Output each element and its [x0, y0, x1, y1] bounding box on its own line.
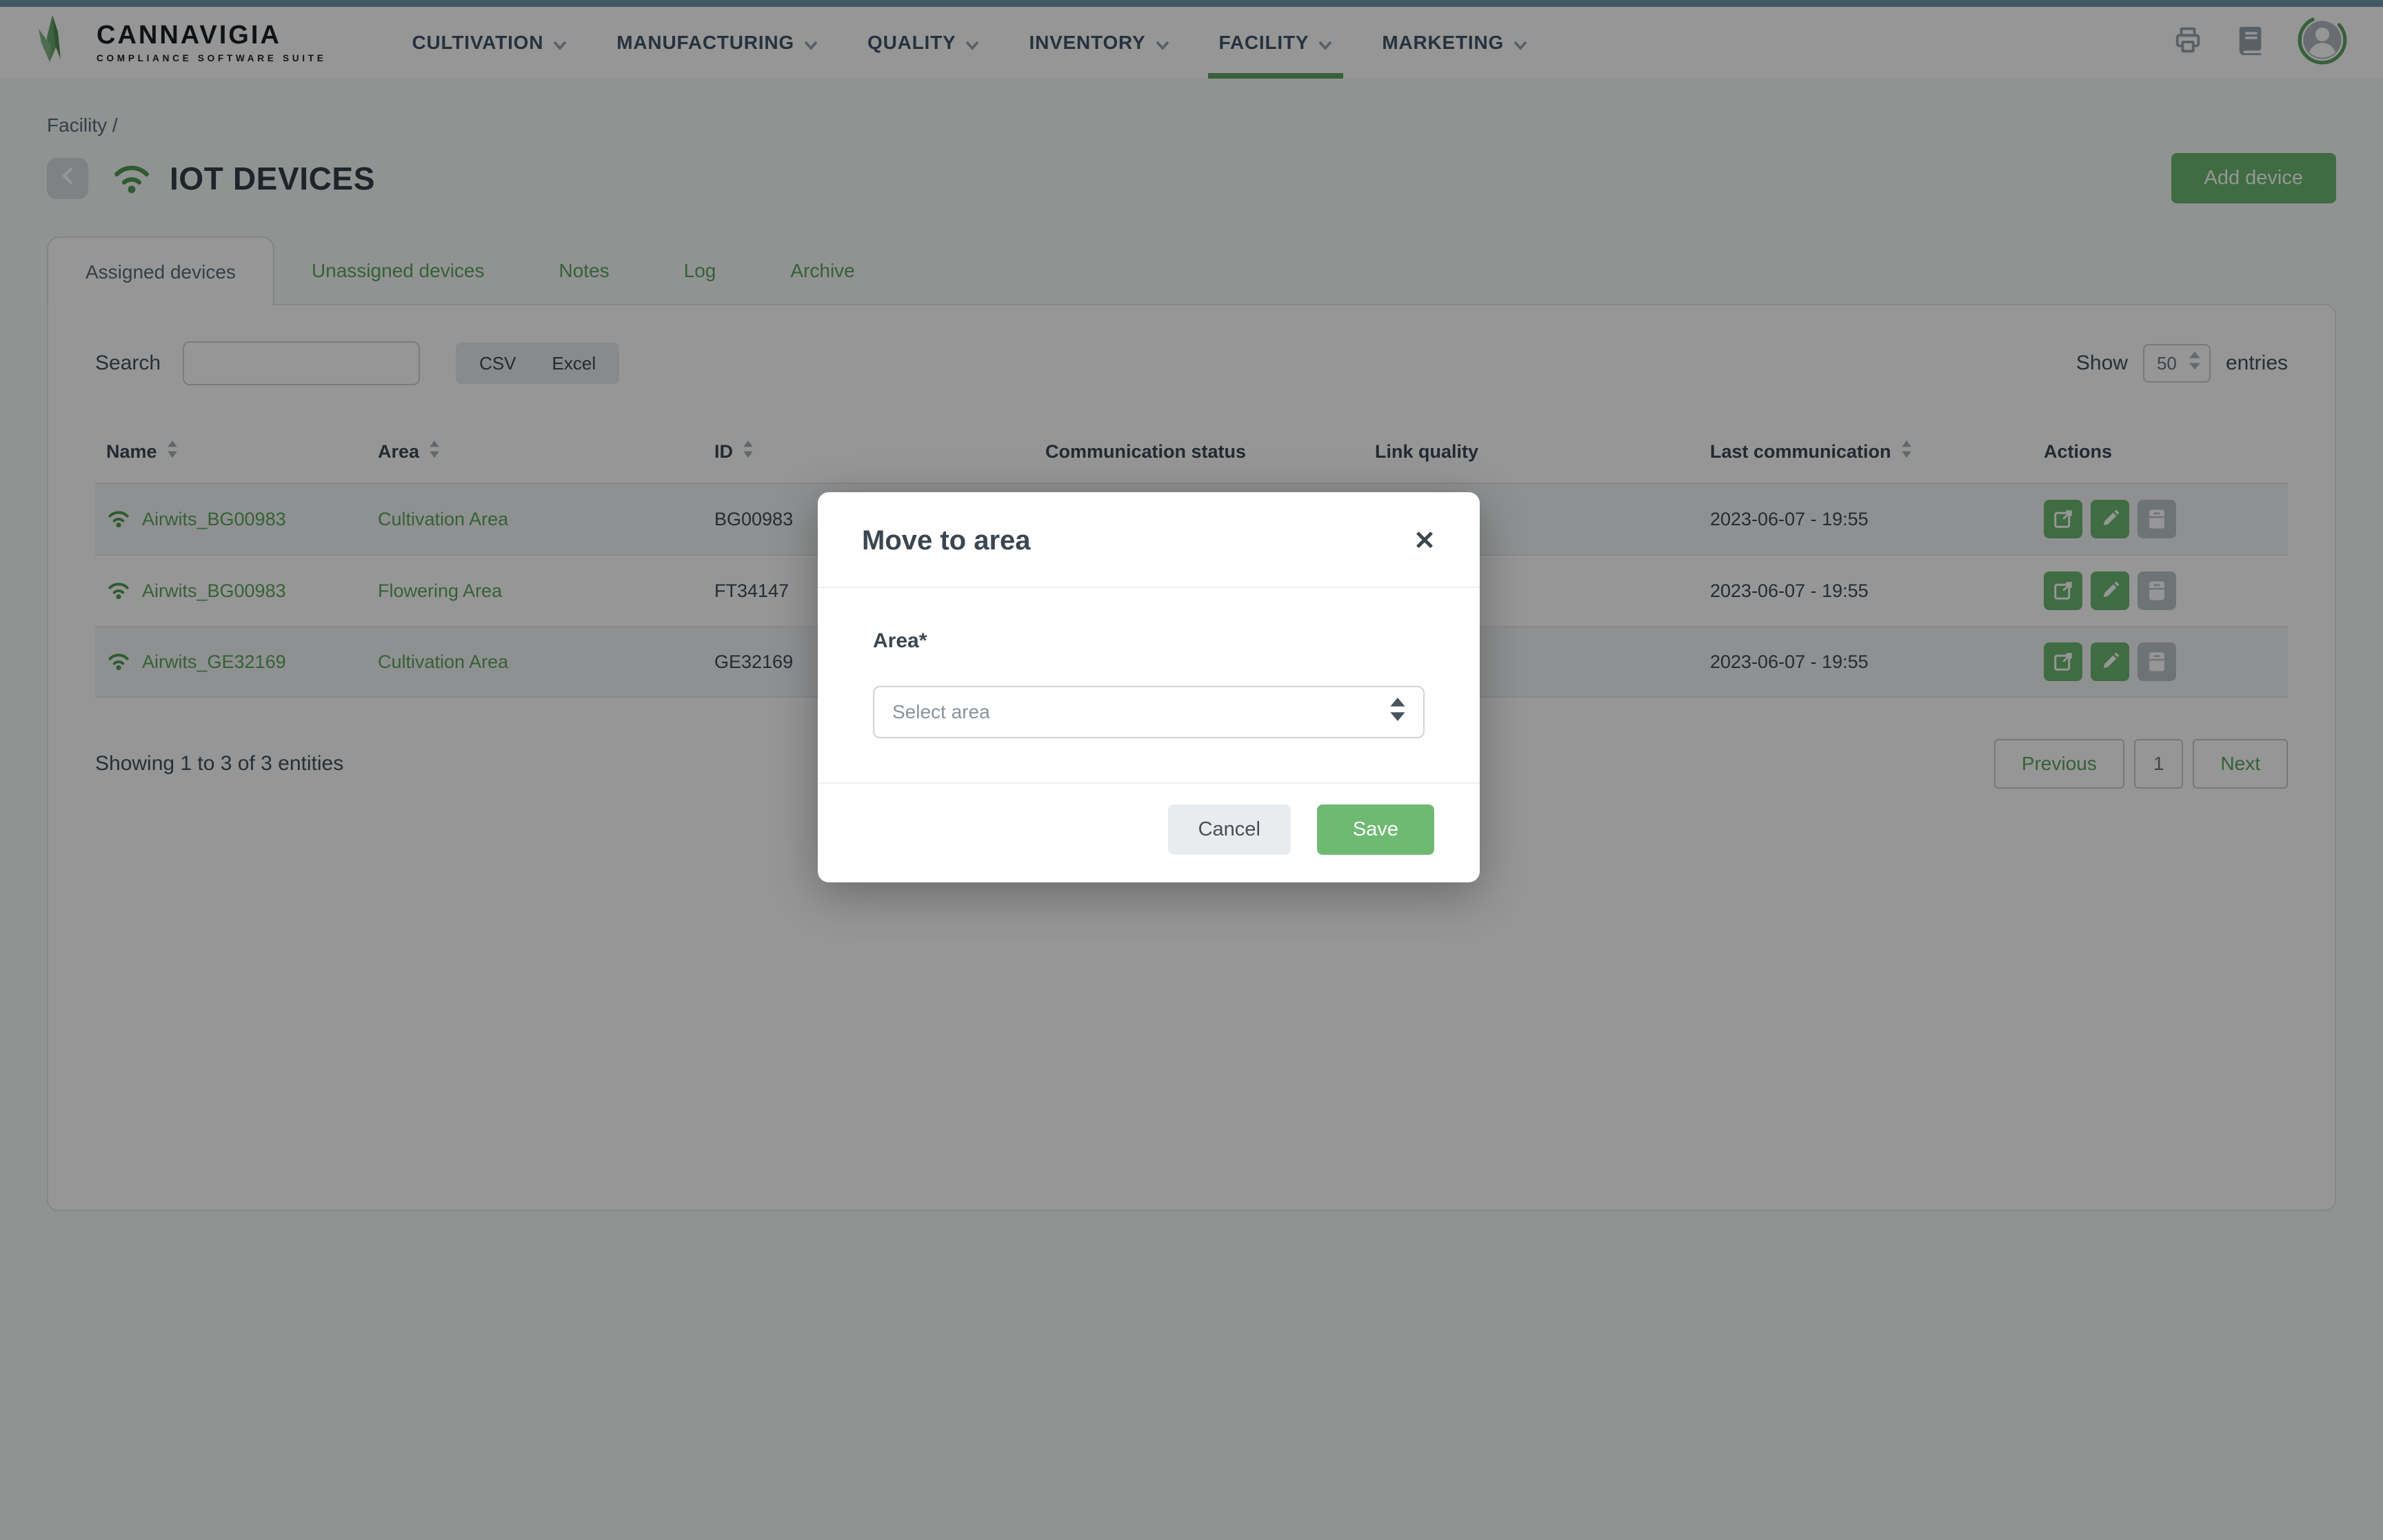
- area-select[interactable]: Select area: [873, 686, 1425, 738]
- area-field-label: Area*: [873, 629, 927, 652]
- app-screen: CANNAVIGIA COMPLIANCE SOFTWARE SUITE CUL…: [0, 0, 2383, 1540]
- area-select-placeholder: Select area: [892, 701, 990, 722]
- close-icon[interactable]: ✕: [1414, 528, 1436, 554]
- cancel-button[interactable]: Cancel: [1167, 804, 1291, 855]
- modal-footer: Cancel Save: [818, 782, 1480, 882]
- modal-header: Move to area ✕: [818, 492, 1480, 588]
- modal-title: Move to area: [862, 525, 1031, 556]
- select-arrows-icon: [1390, 698, 1405, 727]
- save-button[interactable]: Save: [1316, 804, 1434, 855]
- move-to-area-modal: Move to area ✕ Area* Select area Cancel …: [818, 492, 1480, 882]
- modal-body: Area* Select area: [818, 588, 1480, 782]
